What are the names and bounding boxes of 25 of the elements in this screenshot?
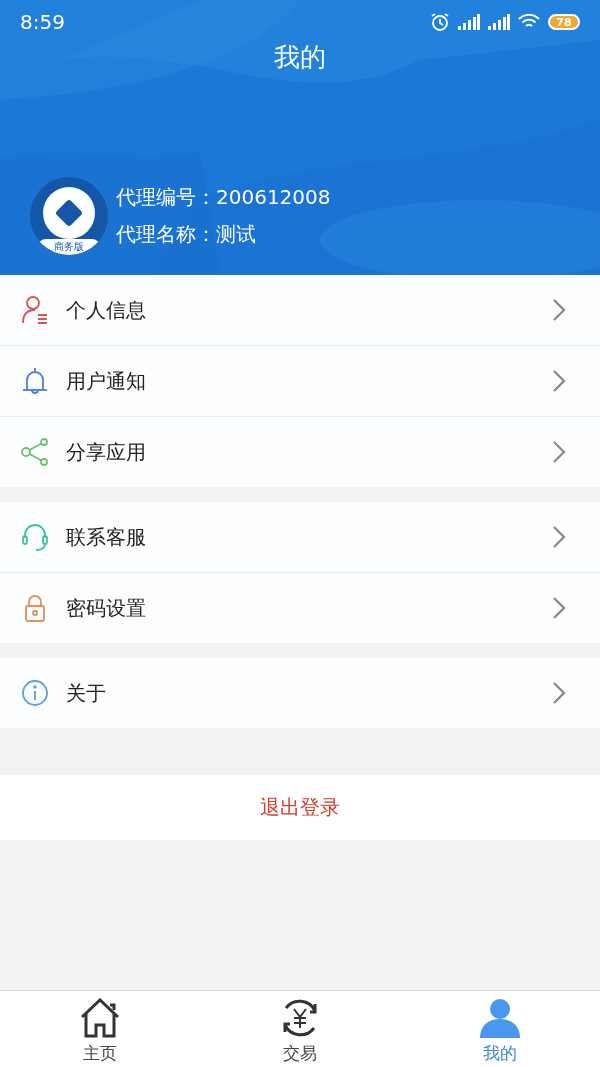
chevron-right-icon <box>552 525 566 549</box>
tab[interactable]: 交易 <box>200 991 400 1067</box>
tab[interactable]: 我的 <box>400 991 600 1067</box>
agent-name: 代理名称：测试 <box>116 221 257 248</box>
share-icon <box>20 437 50 467</box>
home-icon <box>80 998 120 1038</box>
chevron-right-icon <box>552 681 566 705</box>
bell-icon <box>20 366 50 396</box>
signal-icon <box>458 14 480 30</box>
agent-number: 代理编号：200612008 <box>116 184 331 211</box>
tab[interactable]: 主页 <box>0 991 200 1067</box>
status-time: 8:59 <box>20 10 65 34</box>
user-list-icon <box>20 295 50 325</box>
alarm-icon <box>430 12 450 32</box>
battery-level: 78 <box>548 14 580 30</box>
info-icon <box>20 678 50 708</box>
chevron-right-icon <box>552 298 566 322</box>
chevron-right-icon <box>552 369 566 393</box>
chevron-right-icon <box>552 596 566 620</box>
logout-button[interactable]: 退出登录 <box>0 775 600 840</box>
page-title: 我的 <box>273 41 327 74</box>
chevron-right-icon <box>552 440 566 464</box>
signal-icon <box>488 14 510 30</box>
headset-icon <box>20 522 50 552</box>
person-icon <box>480 998 520 1038</box>
